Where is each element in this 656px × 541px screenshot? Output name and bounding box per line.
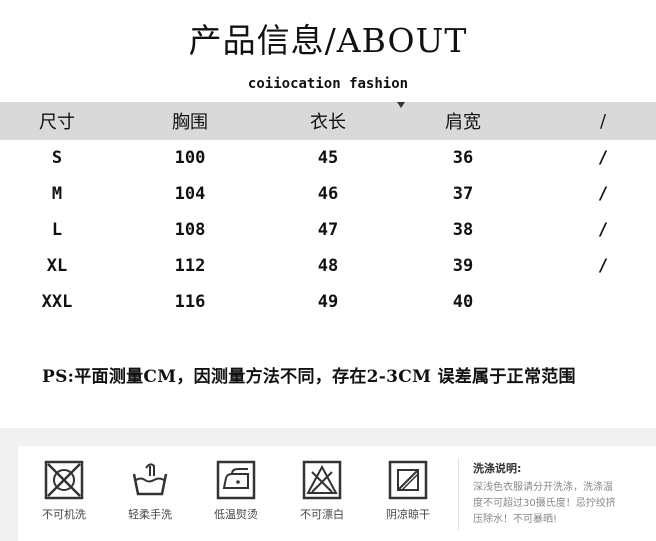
care-label: 不可机洗 <box>42 508 86 521</box>
page-subtitle: coiiocation fashion <box>247 76 409 92</box>
care-label: 不可漂白 <box>300 508 344 521</box>
table-cell: 39 <box>452 256 474 276</box>
table-cell: 112 <box>174 256 206 276</box>
table-cell: 40 <box>452 292 474 312</box>
care-label: 阴凉晾干 <box>386 508 430 521</box>
column-header: 肩宽 <box>445 112 481 133</box>
care-label: 轻柔手洗 <box>128 508 172 521</box>
care-item: 不可机洗 <box>32 458 96 522</box>
wash-instructions: 洗涤说明: 深浅色衣服请分开洗涤，洗涤温 度不可超过30摄氏度！忌拧绞挤 压除水… <box>473 460 653 528</box>
small-triangle-mark <box>397 102 405 108</box>
table-cell: 36 <box>452 148 474 168</box>
wash-instructions-line: 深浅色衣服请分开洗涤，洗涤温 <box>473 482 613 493</box>
table-cell: 37 <box>452 184 474 204</box>
wash-instructions-text: 深浅色衣服请分开洗涤，洗涤温 度不可超过30摄氏度！忌拧绞挤 压除水！不可暴晒! <box>473 480 653 528</box>
table-cell: M <box>51 184 63 204</box>
table-cell: / <box>597 256 609 276</box>
care-item: 不可漂白 <box>290 458 354 522</box>
column-header: 衣长 <box>310 112 346 133</box>
shade-dry-icon <box>388 460 428 500</box>
table-cell: XL <box>46 256 68 276</box>
table-cell: 48 <box>317 256 339 276</box>
table-cell: / <box>597 148 609 168</box>
wash-instructions-title: 洗涤说明: <box>473 462 522 475</box>
table-row: XXL 116 49 40 <box>0 284 656 320</box>
table-row: L 108 47 38 / <box>0 212 656 248</box>
wash-instructions-line: 压除水！不可暴晒! <box>473 514 558 525</box>
table-cell: 104 <box>174 184 206 204</box>
care-section: 不可机洗 轻柔手洗 低温熨烫 不可漂白 阴凉晾干 洗涤说明: 深浅色衣服请分开洗… <box>0 428 656 541</box>
table-cell: / <box>597 220 609 240</box>
care-item: 低温熨烫 <box>204 458 268 522</box>
care-item: 阴凉晾干 <box>376 458 440 522</box>
table-cell: S <box>51 148 63 168</box>
table-cell: 38 <box>452 220 474 240</box>
table-row: M 104 46 37 / <box>0 176 656 212</box>
table-row: XL 112 48 39 / <box>0 248 656 284</box>
size-table: 尺寸 胸围 衣长 肩宽 / S 100 45 36 / M 104 46 37 / L 108 47 38… <box>0 102 656 320</box>
table-cell: 49 <box>317 292 339 312</box>
table-header-row: 尺寸 胸围 衣长 肩宽 / <box>0 102 656 140</box>
page-title: 产品信息/ABOUT <box>188 21 468 60</box>
column-header: / <box>599 110 607 132</box>
column-header: 尺寸 <box>39 112 75 133</box>
table-cell: / <box>597 184 609 204</box>
measurement-note: PS:平面测量CM，因测量方法不同，存在2-3CM 误差属于正常范围 <box>42 367 576 387</box>
gentle-hand-wash-icon <box>132 463 168 496</box>
table-cell: 46 <box>317 184 339 204</box>
table-cell: 108 <box>174 220 206 240</box>
table-cell: 116 <box>174 292 206 312</box>
table-cell: 45 <box>317 148 339 168</box>
table-row: S 100 45 36 / <box>0 140 656 176</box>
no-machine-wash-icon <box>44 460 84 500</box>
table-cell: L <box>51 220 63 240</box>
care-panel: 不可机洗 轻柔手洗 低温熨烫 不可漂白 阴凉晾干 洗涤说明: 深浅色衣服请分开洗… <box>18 446 656 541</box>
no-bleach-icon <box>302 460 342 500</box>
care-label: 低温熨烫 <box>214 508 258 521</box>
care-divider <box>458 458 459 530</box>
wash-instructions-line: 度不可超过30摄氏度！忌拧绞挤 <box>473 498 616 509</box>
low-temp-iron-icon <box>216 460 256 500</box>
table-cell: 47 <box>317 220 339 240</box>
table-cell: XXL <box>41 292 73 312</box>
column-header: 胸围 <box>172 112 208 133</box>
table-cell: 100 <box>174 148 206 168</box>
care-item: 轻柔手洗 <box>118 458 182 522</box>
